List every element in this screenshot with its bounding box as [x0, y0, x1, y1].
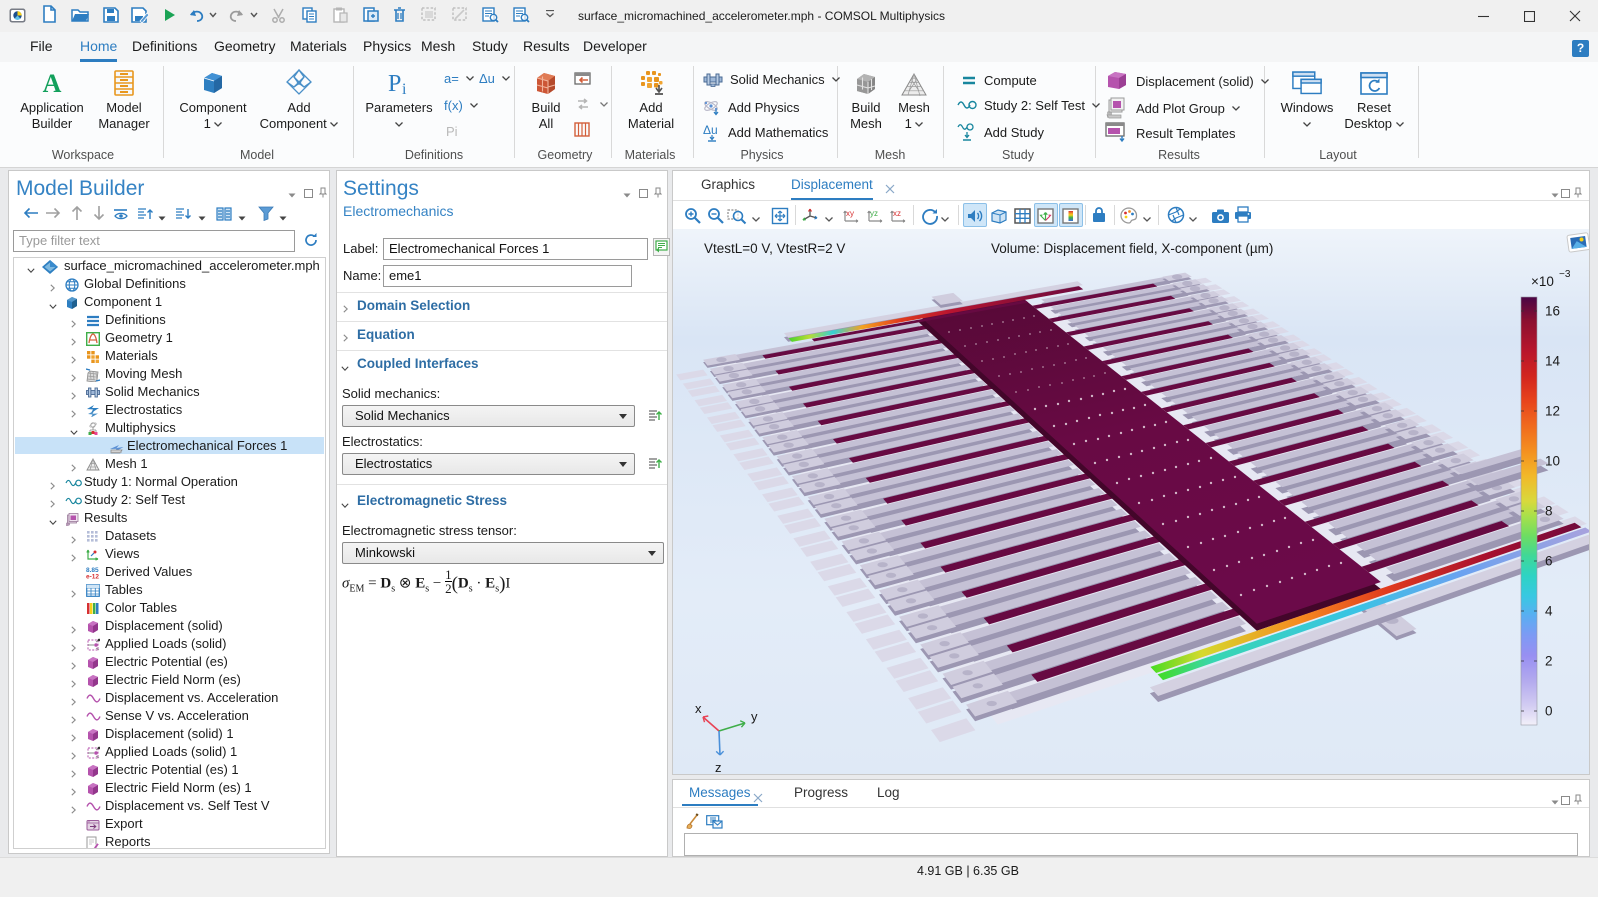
svg-text:8: 8: [1545, 504, 1553, 519]
svg-text:xy: xy: [846, 209, 854, 218]
svg-text:x: x: [695, 701, 702, 716]
svg-text:Volume: Displacement field, X-: Volume: Displacement field, X-component …: [991, 241, 1273, 256]
svg-text:2: 2: [1545, 654, 1553, 669]
svg-text:10: 10: [1545, 454, 1560, 469]
svg-text:i: i: [402, 81, 407, 96]
svg-text:16: 16: [1545, 304, 1560, 319]
svg-text:12: 12: [1545, 404, 1560, 419]
svg-text:xz: xz: [893, 209, 901, 218]
svg-text:y: y: [751, 709, 758, 724]
svg-text:14: 14: [1545, 354, 1561, 369]
svg-text:Δu: Δu: [703, 123, 718, 137]
svg-text:VtestL=0 V, VtestR=2 V: VtestL=0 V, VtestR=2 V: [704, 241, 845, 256]
svg-text:6: 6: [1545, 554, 1553, 569]
svg-text:yz: yz: [870, 209, 878, 218]
svg-text:z: z: [715, 760, 722, 774]
svg-text:A: A: [43, 70, 62, 96]
svg-text:4: 4: [1545, 604, 1553, 619]
svg-text:−3: −3: [1559, 269, 1571, 280]
svg-text:P: P: [388, 71, 401, 96]
svg-text:×10: ×10: [1531, 274, 1554, 289]
svg-text:e-12: e-12: [86, 574, 99, 580]
svg-text:0: 0: [1545, 704, 1553, 719]
